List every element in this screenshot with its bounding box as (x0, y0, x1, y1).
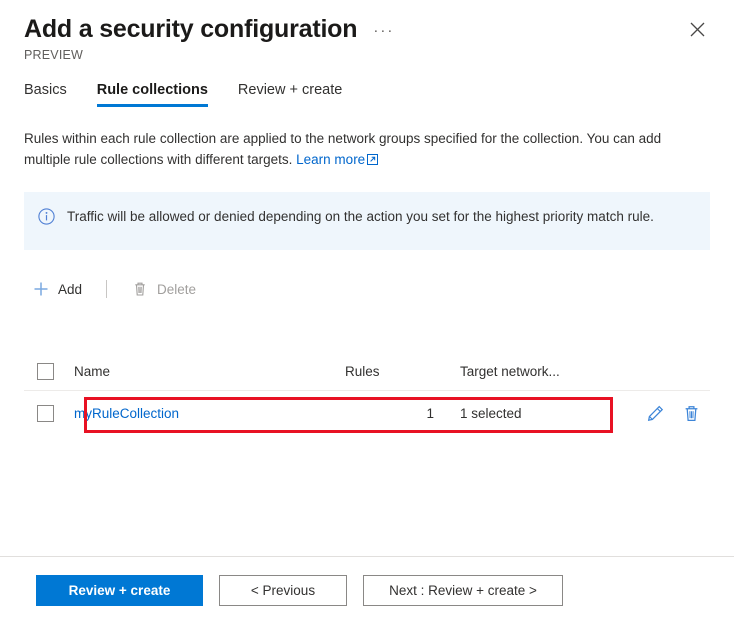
row-actions (595, 403, 710, 423)
rule-collection-link[interactable]: myRuleCollection (74, 406, 179, 421)
blade-header: Add a security configuration ··· PREVIEW (0, 0, 734, 62)
tab-list: Basics Rule collections Review + create (0, 82, 734, 107)
learn-more-label: Learn more (296, 152, 366, 167)
close-icon[interactable] (684, 16, 710, 42)
plus-icon (32, 280, 50, 298)
delete-button[interactable]: Delete (123, 273, 204, 305)
cell-rules-count: 1 (426, 405, 434, 421)
edit-pencil-icon[interactable] (645, 403, 665, 423)
select-all-checkbox[interactable] (37, 362, 54, 380)
trash-icon (131, 280, 149, 298)
table-row[interactable]: myRuleCollection 1 1 selected (24, 391, 710, 435)
external-link-icon (367, 150, 379, 171)
delete-button-label: Delete (157, 281, 197, 297)
column-header-target-networks[interactable]: Target network... (460, 364, 595, 379)
tab-basics[interactable]: Basics (24, 82, 67, 107)
command-separator (106, 280, 108, 298)
page-description: Rules within each rule collection are ap… (0, 128, 734, 171)
table-header-row: Name Rules Target network... (24, 352, 710, 391)
info-circle-icon (38, 208, 55, 230)
row-delete-trash-icon[interactable] (681, 403, 701, 423)
review-create-button[interactable]: Review + create (36, 575, 203, 606)
previous-button[interactable]: < Previous (219, 575, 347, 606)
preview-badge: PREVIEW (24, 48, 84, 62)
select-all-cell (24, 362, 70, 380)
command-bar: Add Delete (0, 272, 734, 306)
rule-collections-table: Name Rules Target network... myRuleColle… (0, 352, 734, 435)
tab-rule-collections[interactable]: Rule collections (96, 82, 209, 107)
add-button-label: Add (58, 281, 83, 297)
page-title: Add a security configuration (24, 15, 358, 43)
tab-review-create[interactable]: Review + create (238, 82, 342, 107)
more-options-icon[interactable]: ··· (373, 23, 394, 38)
add-button[interactable]: Add (24, 273, 90, 305)
learn-more-link[interactable]: Learn more (296, 152, 379, 167)
column-header-rules[interactable]: Rules (345, 364, 460, 379)
footer-actions: Review + create < Previous Next : Review… (0, 557, 734, 624)
cell-target-networks: 1 selected (460, 405, 522, 421)
info-banner: Traffic will be allowed or denied depend… (24, 192, 710, 250)
next-review-create-button[interactable]: Next : Review + create > (363, 575, 563, 606)
info-banner-text: Traffic will be allowed or denied depend… (67, 209, 654, 224)
cell-name: myRuleCollection (70, 406, 345, 421)
title-row: Add a security configuration ··· (24, 12, 710, 46)
row-checkbox[interactable] (37, 404, 54, 422)
column-header-name[interactable]: Name (70, 364, 345, 379)
description-line-1: Rules within each rule collection are ap… (24, 131, 584, 146)
row-select-cell (24, 404, 70, 422)
